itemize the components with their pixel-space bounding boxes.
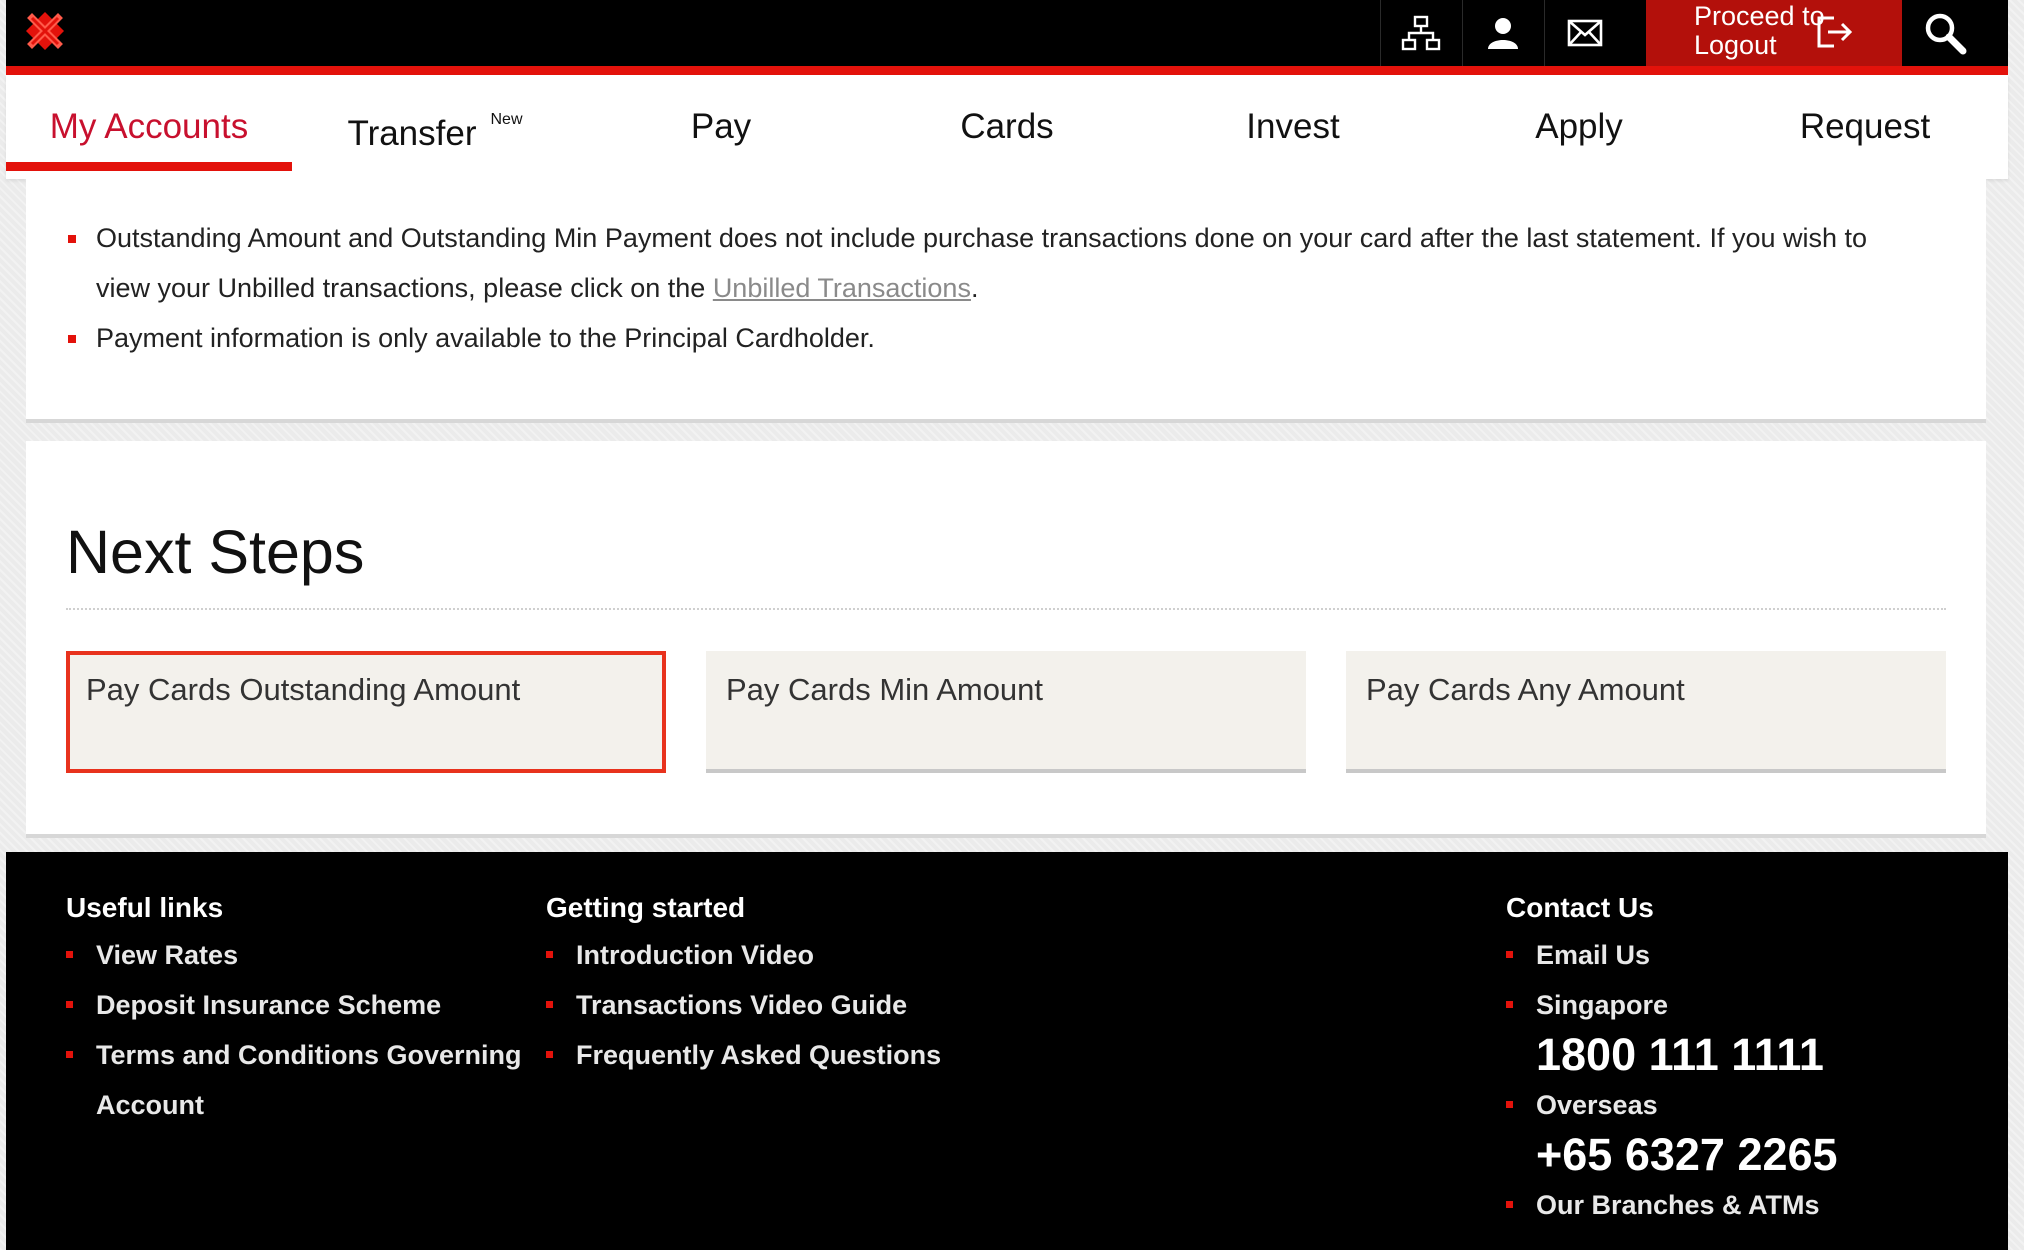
note-principal-text: Payment information is only available to… xyxy=(96,323,875,353)
note-outstanding-end: . xyxy=(970,273,979,303)
nav-my-accounts[interactable]: My Accounts xyxy=(6,75,292,179)
contact-singapore-label: Singapore xyxy=(1506,980,1838,1030)
footer-link-faq[interactable]: Frequently Asked Questions xyxy=(546,1030,941,1080)
pay-min-amount-button[interactable]: Pay Cards Min Amount xyxy=(706,651,1306,773)
nav-my-accounts-label: My Accounts xyxy=(49,107,249,146)
unbilled-transactions-link[interactable]: Unbilled Transactions xyxy=(713,273,971,303)
next-steps-panel: Next Steps Pay Cards Outstanding Amount … xyxy=(26,441,1986,838)
nav-pay[interactable]: Pay xyxy=(578,75,864,179)
overseas-phone-number[interactable]: +65 6327 2265 xyxy=(1506,1130,1838,1180)
footer: Useful links View Rates Deposit Insuranc… xyxy=(6,852,2008,1250)
main-navigation: My Accounts Transfer New Pay Cards Inves… xyxy=(6,75,2008,179)
sitemap-icon[interactable] xyxy=(1380,0,1460,66)
footer-contact-us: Contact Us Email Us Singapore 1800 111 1… xyxy=(1506,892,1838,1230)
search-icon[interactable] xyxy=(1902,0,1988,66)
useful-links-heading: Useful links xyxy=(66,892,224,923)
notes-list: Outstanding Amount and Outstanding Min P… xyxy=(26,179,1986,363)
footer-link-transactions-video[interactable]: Transactions Video Guide xyxy=(546,980,941,1030)
nav-cards-label: Cards xyxy=(960,107,1054,146)
footer-link-branches-atms[interactable]: Our Branches & ATMs xyxy=(1506,1180,1838,1230)
nav-transfer-new-badge: New xyxy=(490,111,523,128)
bank-logo-icon[interactable] xyxy=(24,10,66,52)
logout-icon xyxy=(1816,14,1854,56)
footer-link-deposit-insurance[interactable]: Deposit Insurance Scheme xyxy=(66,980,522,1030)
nav-transfer[interactable]: Transfer New xyxy=(292,75,578,179)
logout-label-line2: Logout xyxy=(1694,30,1777,60)
next-steps-title: Next Steps xyxy=(66,518,365,586)
payment-notes-panel: Outstanding Amount and Outstanding Min P… xyxy=(26,179,1986,423)
note-outstanding-text: Outstanding Amount and Outstanding Min P… xyxy=(96,223,1868,303)
footer-link-email-us[interactable]: Email Us xyxy=(1506,930,1838,980)
getting-started-heading: Getting started xyxy=(546,892,746,923)
note-item: Payment information is only available to… xyxy=(68,313,1986,363)
nav-pay-label: Pay xyxy=(690,107,752,146)
contact-overseas-label: Overseas xyxy=(1506,1080,1838,1130)
pay-outstanding-amount-button[interactable]: Pay Cards Outstanding Amount xyxy=(66,651,666,773)
nav-invest[interactable]: Invest xyxy=(1150,75,1436,179)
nav-apply-label: Apply xyxy=(1535,107,1623,146)
mail-icon[interactable] xyxy=(1544,0,1624,66)
nav-apply[interactable]: Apply xyxy=(1436,75,1722,179)
logout-button[interactable]: Proceed to Logout xyxy=(1646,0,1902,66)
divider xyxy=(66,608,1946,610)
note-item: Outstanding Amount and Outstanding Min P… xyxy=(68,213,1986,313)
nav-invest-label: Invest xyxy=(1246,107,1340,146)
footer-link-intro-video[interactable]: Introduction Video xyxy=(546,930,941,980)
footer-getting-started: Getting started Introduction Video Trans… xyxy=(546,892,941,1080)
user-icon[interactable] xyxy=(1462,0,1542,66)
pay-any-amount-button[interactable]: Pay Cards Any Amount xyxy=(1346,651,1946,773)
nav-request[interactable]: Request xyxy=(1722,75,2008,179)
footer-link-terms-conditions-cont[interactable]: Account xyxy=(66,1080,522,1130)
contact-us-heading: Contact Us xyxy=(1506,892,1654,923)
singapore-phone-number[interactable]: 1800 111 1111 xyxy=(1506,1030,1838,1080)
nav-cards[interactable]: Cards xyxy=(864,75,1150,179)
nav-request-label: Request xyxy=(1799,107,1931,146)
footer-link-terms-conditions[interactable]: Terms and Conditions Governing xyxy=(66,1030,522,1080)
footer-link-view-rates[interactable]: View Rates xyxy=(66,930,522,980)
top-bar-accent-line xyxy=(6,66,2008,75)
logout-label-line1: Proceed to xyxy=(1694,1,1825,31)
nav-transfer-label: Transfer xyxy=(347,114,477,153)
footer-useful-links: Useful links View Rates Deposit Insuranc… xyxy=(66,892,522,1130)
